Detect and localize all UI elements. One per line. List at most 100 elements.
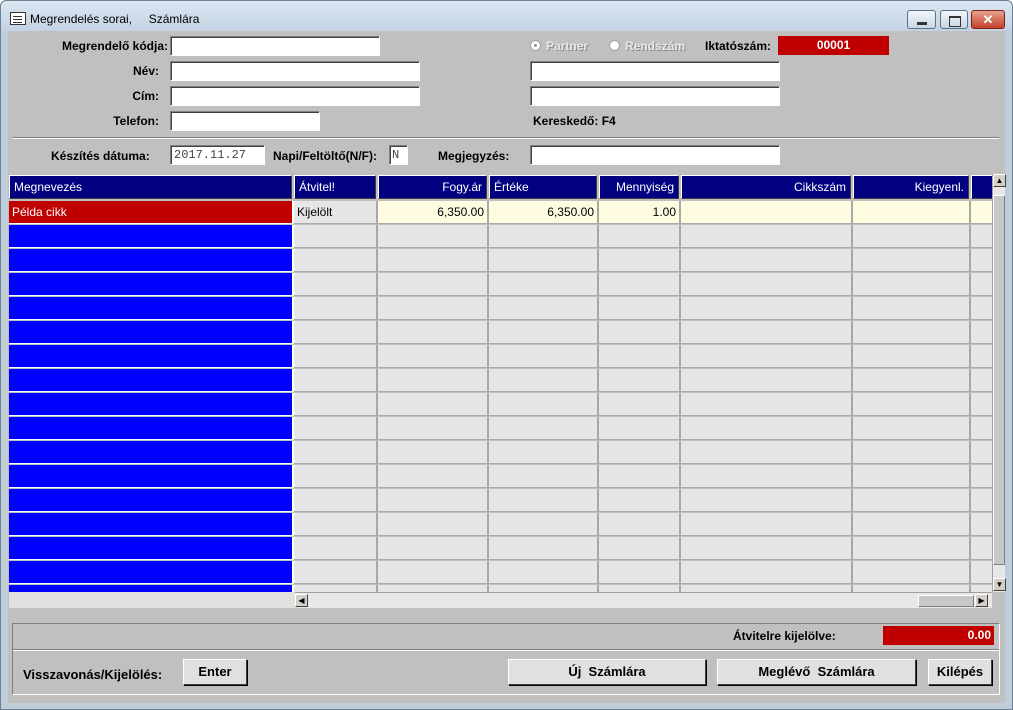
table-cell[interactable] [853,537,971,560]
table-cell[interactable] [378,489,489,512]
table-cell[interactable] [294,561,378,584]
table-cell[interactable] [681,249,853,272]
table-cell[interactable] [599,441,681,464]
table-cell[interactable] [489,249,599,272]
table-cell[interactable] [489,465,599,488]
table-cell[interactable] [378,345,489,368]
table-cell[interactable] [378,561,489,584]
table-cell[interactable] [853,369,971,392]
column-header[interactable]: Megnevezés [9,175,292,199]
table-cell[interactable] [9,273,294,296]
table-cell[interactable] [378,297,489,320]
table-cell[interactable] [599,321,681,344]
table-cell[interactable] [681,537,853,560]
table-cell[interactable] [599,417,681,440]
table-cell[interactable] [853,417,971,440]
table-cell[interactable] [378,465,489,488]
customer-code-input[interactable] [170,36,380,56]
table-cell[interactable] [9,441,294,464]
table-cell[interactable] [489,321,599,344]
table-cell[interactable] [599,345,681,368]
table-cell[interactable] [489,369,599,392]
column-header[interactable]: Átvitel! [294,175,376,199]
table-cell[interactable] [9,321,294,344]
table-cell[interactable] [294,297,378,320]
table-cell[interactable] [971,441,992,464]
existing-invoice-button[interactable]: Meglévő Számlára [717,659,916,685]
table-cell[interactable] [853,345,971,368]
phone-input[interactable] [170,111,320,131]
table-cell[interactable] [489,273,599,296]
table-cell[interactable] [853,561,971,584]
table-cell[interactable] [971,201,992,224]
column-header[interactable]: Értéke [489,175,597,199]
column-header[interactable]: Cikkszám [681,175,851,199]
table-cell[interactable] [681,465,853,488]
table-cell[interactable] [9,489,294,512]
table-cell[interactable] [294,321,378,344]
table-cell[interactable] [971,561,992,584]
table-cell[interactable] [853,513,971,536]
table-cell[interactable] [681,393,853,416]
partner-radio[interactable] [530,40,541,51]
address-input[interactable] [170,86,420,106]
table-cell[interactable] [681,561,853,584]
table-cell[interactable] [599,297,681,320]
table-cell[interactable] [378,273,489,296]
table-cell[interactable] [971,225,992,248]
table-cell[interactable] [971,321,992,344]
table-cell[interactable] [599,369,681,392]
column-header[interactable]: Mennyiség [599,175,679,199]
table-cell[interactable] [681,273,853,296]
table-cell[interactable] [599,393,681,416]
maximize-button[interactable] [940,10,968,29]
table-cell[interactable] [971,537,992,560]
plate-radio[interactable] [609,40,620,51]
table-cell[interactable] [9,345,294,368]
table-cell[interactable] [681,489,853,512]
horizontal-scrollbar[interactable]: ◀ ▶ [295,592,992,608]
table-cell[interactable] [294,417,378,440]
vertical-scrollbar[interactable]: ▲ ▼ [992,174,1006,592]
table-cell[interactable] [599,513,681,536]
title-bar[interactable]: Megrendelés sorai, Számlára ✕ [1,1,1012,31]
table-cell[interactable] [9,225,294,248]
table-cell[interactable] [853,273,971,296]
created-date-input[interactable]: 2017.11.27 [170,145,265,165]
column-header[interactable] [971,175,992,199]
table-cell[interactable]: 1.00 [599,201,681,224]
table-cell[interactable] [853,489,971,512]
horizontal-scroll-thumb[interactable] [918,595,974,607]
table-cell[interactable] [853,441,971,464]
table-cell[interactable] [971,273,992,296]
table-cell[interactable]: 6,350.00 [378,201,489,224]
extra-field-1[interactable] [530,61,780,81]
minimize-button[interactable] [907,10,936,29]
table-cell[interactable] [853,585,971,592]
note-input[interactable] [530,145,780,165]
table-cell[interactable] [599,465,681,488]
enter-button[interactable]: Enter [183,659,247,685]
table-cell[interactable] [294,585,378,592]
column-header[interactable]: Kiegyenl. [853,175,969,199]
table-cell[interactable] [489,225,599,248]
new-invoice-button[interactable]: Új Számlára [508,659,706,685]
table-cell[interactable] [378,225,489,248]
table-cell[interactable] [971,393,992,416]
table-cell[interactable] [681,513,853,536]
table-cell[interactable] [971,345,992,368]
table-cell[interactable] [378,537,489,560]
table-cell[interactable] [378,249,489,272]
table-cell[interactable] [294,345,378,368]
table-cell[interactable] [489,441,599,464]
daily-input[interactable]: N [389,145,408,165]
table-cell[interactable] [294,513,378,536]
table-cell[interactable] [971,297,992,320]
table-cell[interactable] [9,585,294,592]
table-cell[interactable] [294,465,378,488]
table-cell[interactable] [9,537,294,560]
table-cell[interactable] [599,273,681,296]
table-cell[interactable] [489,513,599,536]
scroll-left-icon[interactable]: ◀ [295,594,308,607]
table-cell[interactable] [489,585,599,592]
